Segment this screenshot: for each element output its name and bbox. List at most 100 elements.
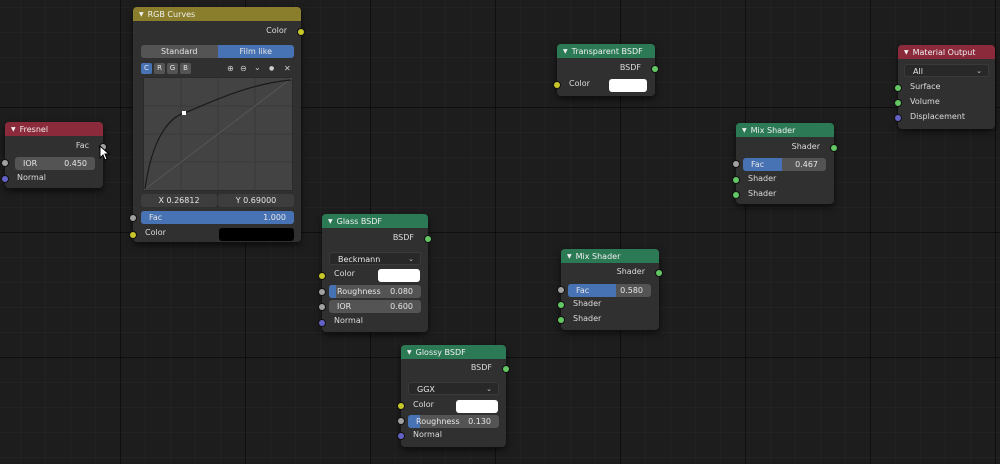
output-color-label: Color — [266, 26, 287, 35]
node-title: Fresnel — [19, 124, 49, 134]
input-socket-shader-b[interactable] — [733, 192, 739, 198]
fac-label: Fac — [751, 160, 765, 169]
input-socket-ior[interactable] — [2, 160, 8, 166]
collapse-arrow-icon[interactable]: ▼ — [904, 49, 909, 56]
color-swatch[interactable] — [609, 79, 647, 92]
mix-shader-node-1[interactable]: ▼ Mix Shader Shader Fac 0.467 Shader Sha… — [733, 123, 837, 204]
fac-value: 1.000 — [263, 213, 286, 222]
chevron-down-icon: ⌄ — [486, 385, 492, 393]
distribution-dropdown[interactable]: Beckmann ⌄ — [329, 252, 421, 265]
mix-shader-header[interactable]: ▼ Mix Shader — [561, 249, 659, 263]
material-output-node[interactable]: ▼ Material Output All ⌄ Surface Volume D… — [895, 45, 995, 129]
fac-slider[interactable]: Fac 0.580 — [568, 284, 651, 297]
target-dropdown[interactable]: All ⌄ — [904, 64, 989, 77]
glass-bsdf-header[interactable]: ▼ Glass BSDF — [322, 214, 428, 228]
input-socket-color[interactable] — [554, 82, 560, 88]
material-output-header[interactable]: ▼ Material Output — [898, 45, 995, 59]
input-socket-ior[interactable] — [319, 304, 325, 310]
output-bsdf-label: BSDF — [470, 363, 492, 372]
displacement-label: Displacement — [910, 112, 965, 121]
glass-bsdf-node[interactable]: ▼ Glass BSDF BSDF Beckmann ⌄ Color Rough… — [319, 214, 431, 332]
glossy-bsdf-node[interactable]: ▼ Glossy BSDF BSDF GGX ⌄ Color Roughness… — [398, 345, 509, 447]
color-swatch[interactable] — [219, 228, 294, 241]
collapse-arrow-icon[interactable]: ▼ — [328, 218, 333, 225]
input-socket-shader-b[interactable] — [558, 317, 564, 323]
color-swatch[interactable] — [378, 269, 420, 282]
glossy-bsdf-header[interactable]: ▼ Glossy BSDF — [401, 345, 506, 359]
collapse-arrow-icon[interactable]: ▼ — [11, 126, 16, 133]
transparent-bsdf-node[interactable]: ▼ Transparent BSDF BSDF Color — [554, 44, 658, 96]
rgb-curves-header[interactable]: ▼ RGB Curves — [133, 7, 301, 21]
input-socket-color[interactable] — [319, 273, 325, 279]
output-socket-shader[interactable] — [831, 145, 837, 151]
ior-label: IOR — [23, 159, 38, 168]
tab-film-like[interactable]: Film like — [217, 45, 294, 58]
surface-label: Surface — [910, 82, 941, 91]
input-socket-shader-a[interactable] — [733, 177, 739, 183]
collapse-arrow-icon[interactable]: ▼ — [742, 127, 747, 134]
input-socket-fac[interactable] — [130, 215, 136, 221]
fresnel-node[interactable]: ▼ Fresnel Fac IOR 0.450 Normal — [2, 122, 106, 188]
collapse-arrow-icon[interactable]: ▼ — [567, 253, 572, 260]
input-socket-fac[interactable] — [558, 287, 564, 293]
shader-a-label: Shader — [748, 174, 777, 183]
input-socket-normal[interactable] — [319, 320, 325, 326]
fac-slider[interactable]: Fac 1.000 — [141, 211, 294, 224]
mix-shader-node-2[interactable]: ▼ Mix Shader Shader Fac 0.580 Shader Sha… — [558, 249, 662, 330]
reset-close-icon[interactable]: ✕ — [284, 63, 291, 74]
input-socket-roughness[interactable] — [319, 289, 325, 295]
roughness-slider[interactable]: Roughness 0.080 — [329, 285, 421, 298]
curve-graph[interactable] — [143, 77, 293, 191]
zoom-out-icon[interactable]: ⊖ — [240, 63, 247, 74]
input-socket-fac[interactable] — [733, 161, 739, 167]
distribution-dropdown[interactable]: GGX ⌄ — [408, 382, 499, 395]
input-socket-color[interactable] — [130, 232, 136, 238]
point-y-field[interactable]: Y 0.69000 — [218, 194, 294, 207]
input-socket-normal[interactable] — [2, 176, 8, 182]
input-socket-roughness[interactable] — [398, 418, 404, 424]
channel-b-button[interactable]: B — [180, 63, 191, 74]
distribution-value: Beckmann — [338, 255, 381, 264]
point-x-field[interactable]: X 0.26812 — [141, 194, 217, 207]
roughness-slider[interactable]: Roughness 0.130 — [408, 415, 499, 428]
tab-standard[interactable]: Standard — [141, 45, 218, 58]
ior-label: IOR — [337, 302, 352, 311]
input-socket-normal[interactable] — [398, 433, 404, 439]
transparent-bsdf-header[interactable]: ▼ Transparent BSDF — [557, 44, 655, 58]
ior-field[interactable]: IOR 0.450 — [15, 157, 95, 170]
roughness-label: Roughness — [416, 417, 460, 426]
collapse-arrow-icon[interactable]: ▼ — [139, 11, 144, 18]
channel-r-button[interactable]: R — [154, 63, 165, 74]
ior-field[interactable]: IOR 0.600 — [329, 300, 421, 313]
node-title: Mix Shader — [575, 251, 621, 261]
fresnel-header[interactable]: ▼ Fresnel — [5, 122, 103, 136]
collapse-arrow-icon[interactable]: ▼ — [563, 48, 568, 55]
output-socket-color[interactable] — [298, 29, 304, 35]
normal-label: Normal — [17, 173, 46, 182]
chevron-down-icon[interactable]: ⌄ — [254, 62, 261, 73]
input-socket-surface[interactable] — [895, 85, 901, 91]
rgb-curves-node[interactable]: ▼ RGB Curves Color Standard Film like C … — [130, 7, 304, 242]
input-socket-color[interactable] — [398, 403, 404, 409]
input-socket-shader-a[interactable] — [558, 302, 564, 308]
output-socket-bsdf[interactable] — [425, 236, 431, 242]
curve-canvas[interactable] — [144, 78, 292, 190]
channel-c-button[interactable]: C — [141, 63, 152, 74]
output-socket-shader[interactable] — [656, 270, 662, 276]
output-socket-bsdf[interactable] — [503, 366, 509, 372]
channel-g-button[interactable]: G — [167, 63, 178, 74]
collapse-arrow-icon[interactable]: ▼ — [407, 349, 412, 356]
normal-label: Normal — [334, 316, 363, 325]
fac-slider[interactable]: Fac 0.467 — [743, 158, 826, 171]
zoom-in-icon[interactable]: ⊕ — [227, 63, 234, 74]
output-socket-bsdf[interactable] — [652, 66, 658, 72]
node-title: Glass BSDF — [336, 216, 383, 226]
output-shader-label: Shader — [616, 267, 645, 276]
input-socket-displacement[interactable] — [895, 115, 901, 121]
color-swatch[interactable] — [456, 400, 498, 413]
mix-shader-header[interactable]: ▼ Mix Shader — [736, 123, 834, 137]
input-socket-volume[interactable] — [895, 100, 901, 106]
clipping-icon[interactable]: ● — [269, 63, 274, 74]
node-title: Mix Shader — [750, 125, 796, 135]
roughness-label: Roughness — [337, 287, 381, 296]
